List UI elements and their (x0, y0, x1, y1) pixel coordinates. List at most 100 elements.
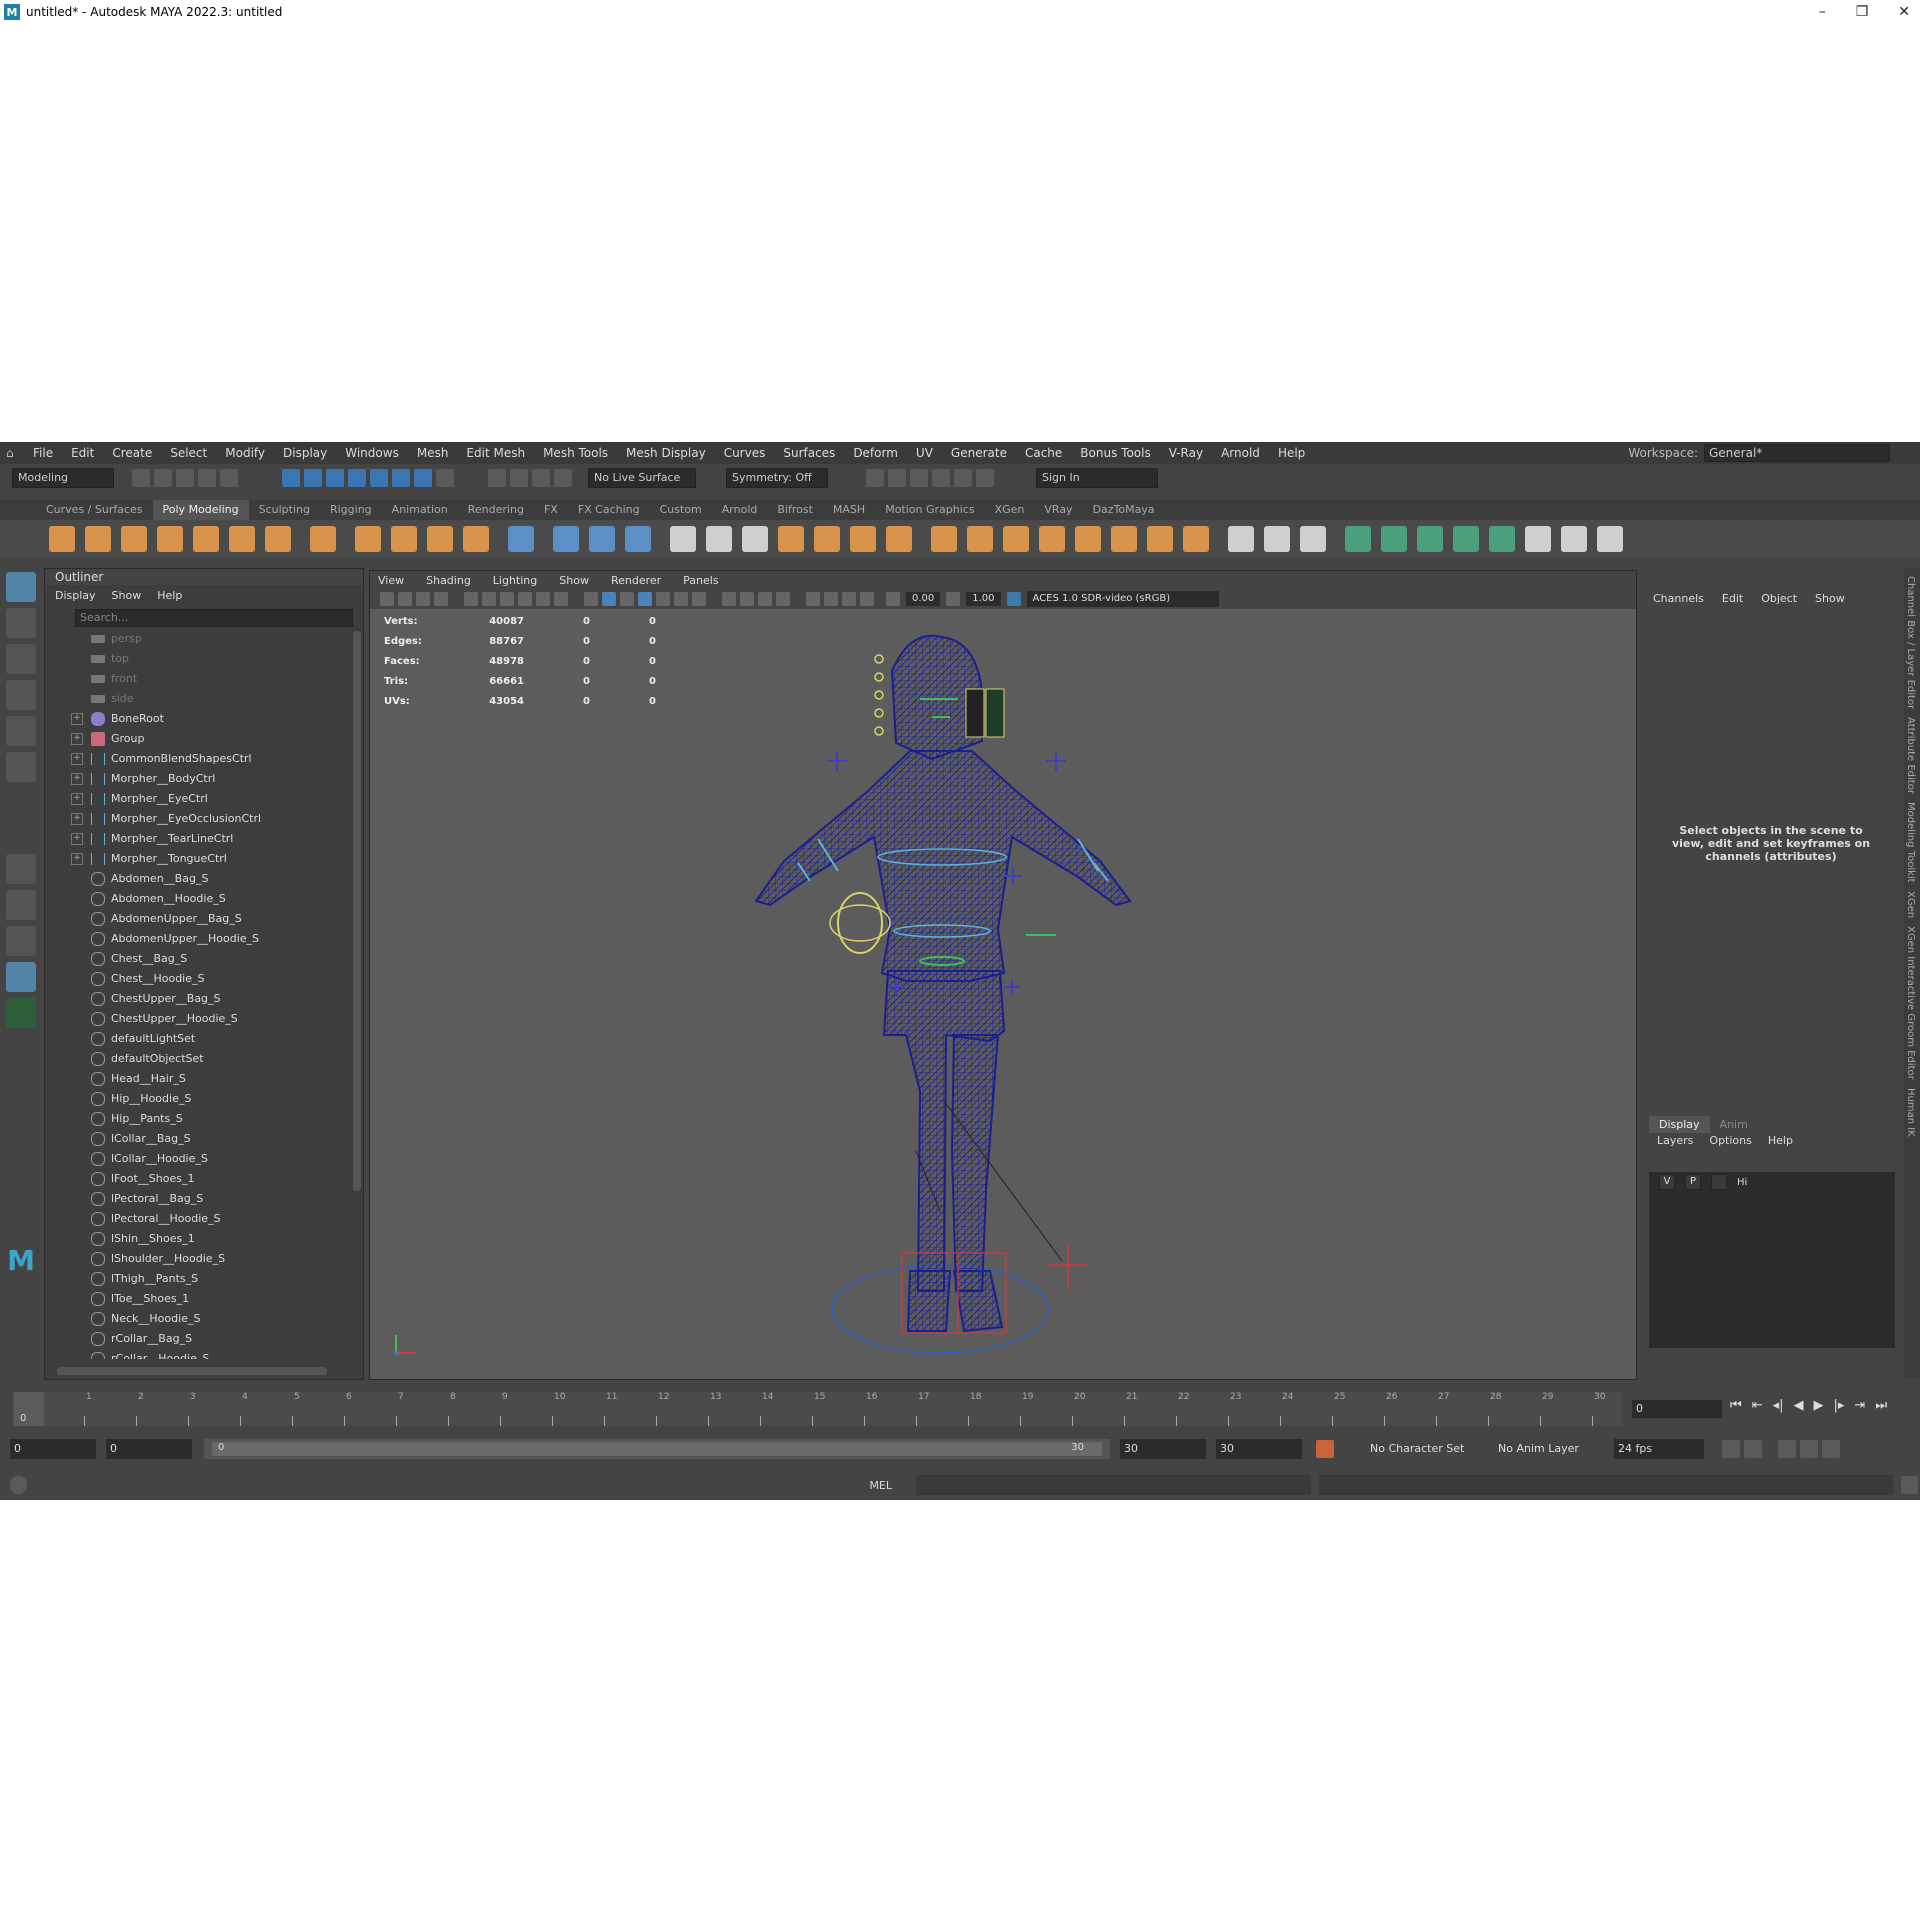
sweep-mesh-icon[interactable] (391, 526, 417, 552)
tweak-icon[interactable] (1597, 526, 1623, 552)
menu-cache[interactable]: Cache (1016, 446, 1071, 460)
outliner-item[interactable]: lCollar__Bag_S (45, 1129, 347, 1149)
expand-icon[interactable]: + (71, 813, 83, 825)
outliner-item[interactable]: + Morpher__TongueCtrl (45, 849, 347, 869)
outliner-item[interactable]: lCollar__Hoodie_S (45, 1149, 347, 1169)
side-tab-xgen-interactive-groom-editor[interactable]: XGen Interactive Groom Editor (1905, 926, 1916, 1080)
dof-icon[interactable] (776, 592, 790, 606)
field-chart-icon[interactable] (536, 592, 550, 606)
animation-prefs-icon[interactable] (1822, 1440, 1840, 1458)
motion-blur-icon[interactable] (740, 592, 754, 606)
outliner-item[interactable]: + Morpher__BodyCtrl (45, 769, 347, 789)
snap-curve-icon[interactable] (370, 469, 388, 487)
poly-cylinder-icon[interactable] (121, 526, 147, 552)
go-to-end-icon[interactable]: ⏭ (1875, 1398, 1887, 1413)
search-icon[interactable] (6, 998, 36, 1028)
outliner-item[interactable]: rCollar__Bag_S (45, 1329, 347, 1349)
outliner-item[interactable]: lShoulder__Hoodie_S (45, 1249, 347, 1269)
shelf-tab-custom[interactable]: Custom (650, 500, 712, 520)
playback-end-field[interactable]: 30 (1120, 1439, 1206, 1459)
textured-icon[interactable] (656, 592, 670, 606)
shelf-tab-fx[interactable]: FX (534, 500, 568, 520)
viewport-menu-lighting[interactable]: Lighting (493, 574, 537, 587)
reduce-icon[interactable] (886, 526, 912, 552)
shelf-tab-xgen[interactable]: XGen (985, 500, 1035, 520)
side-tab-channel-box-layer-editor[interactable]: Channel Box / Layer Editor (1905, 576, 1916, 709)
outliner-item[interactable]: Chest__Bag_S (45, 949, 347, 969)
viewport-menu-renderer[interactable]: Renderer (611, 574, 661, 587)
quad-draw-icon[interactable] (1300, 526, 1326, 552)
side-tab-human-ik[interactable]: Human IK (1905, 1088, 1916, 1137)
command-input[interactable] (916, 1475, 1312, 1495)
combine-icon[interactable] (670, 526, 696, 552)
multi-cut-icon[interactable] (1228, 526, 1254, 552)
outliner-item[interactable]: + Group (45, 729, 347, 749)
isolate-select-icon[interactable] (806, 592, 820, 606)
outliner-item[interactable]: Head__Hair_S (45, 1069, 347, 1089)
gate-mask-icon[interactable] (518, 592, 532, 606)
expand-icon[interactable]: + (71, 753, 83, 765)
expand-icon[interactable]: + (71, 733, 83, 745)
menu-display[interactable]: Display (274, 446, 336, 460)
outliner-item[interactable]: + Morpher__TearLineCtrl (45, 829, 347, 849)
expand-icon[interactable]: + (71, 853, 83, 865)
play-forwards-icon[interactable]: ▶ (1814, 1398, 1824, 1413)
outliner-layout-icon[interactable] (6, 962, 36, 992)
svg-icon[interactable] (463, 526, 489, 552)
shelf-tab-bifrost[interactable]: Bifrost (767, 500, 823, 520)
shelf-tab-rendering[interactable]: Rendering (458, 500, 534, 520)
bridge-icon[interactable] (1075, 526, 1101, 552)
outliner-item[interactable]: Abdomen__Hoodie_S (45, 889, 347, 909)
menu-uv[interactable]: UV (907, 446, 942, 460)
workspace-dropdown[interactable]: General* (1704, 444, 1890, 462)
ambient-occlusion-icon[interactable] (722, 592, 736, 606)
outliner-scrollbar[interactable] (353, 631, 361, 1191)
current-frame-field[interactable]: 0 (1632, 1400, 1722, 1418)
two-view-icon[interactable] (6, 926, 36, 956)
outliner-item[interactable]: defaultLightSet (45, 1029, 347, 1049)
new-scene-icon[interactable] (132, 469, 150, 487)
scale-tool-icon[interactable] (6, 752, 36, 782)
film-gate-icon[interactable] (482, 592, 496, 606)
outliner-item[interactable]: + CommonBlendShapesCtrl (45, 749, 347, 769)
uv-editor-icon[interactable] (553, 526, 579, 552)
shelf-tab-sculpting[interactable]: Sculpting (249, 500, 320, 520)
shelf-tab-curves-surfaces[interactable]: Curves / Surfaces (36, 500, 153, 520)
help-icon[interactable] (10, 1476, 28, 1494)
outliner-item[interactable]: top (45, 649, 347, 669)
hypershade-icon[interactable] (932, 469, 950, 487)
paint-select-icon[interactable] (6, 644, 36, 674)
ipr-render-icon[interactable] (888, 469, 906, 487)
outliner-item[interactable]: side (45, 689, 347, 709)
viewport-menu-panels[interactable]: Panels (683, 574, 718, 587)
expand-icon[interactable]: + (71, 713, 83, 725)
boolean-icon[interactable] (850, 526, 876, 552)
menu-select[interactable]: Select (161, 446, 216, 460)
outliner-item[interactable]: ChestUpper__Bag_S (45, 989, 347, 1009)
outliner-item[interactable]: Neck__Hoodie_S (45, 1309, 347, 1329)
outliner-item[interactable]: AbdomenUpper__Hoodie_S (45, 929, 347, 949)
current-frame-marker[interactable]: 0 (14, 1392, 44, 1426)
wireframe-icon[interactable] (584, 592, 598, 606)
uv-snapshot-icon[interactable] (589, 526, 615, 552)
anim-layer-dropdown[interactable]: No Anim Layer (1494, 1439, 1602, 1459)
super-shape-icon[interactable] (355, 526, 381, 552)
poly-edit-2-icon[interactable] (1381, 526, 1407, 552)
safe-action-icon[interactable] (554, 592, 568, 606)
xray-icon[interactable] (824, 592, 838, 606)
outliner-item[interactable]: Abdomen__Bag_S (45, 869, 347, 889)
shelf-tab-animation[interactable]: Animation (382, 500, 458, 520)
time-slider-track[interactable]: 0123456789101112131415161718192021222324… (12, 1392, 1622, 1426)
poly-sphere-icon[interactable] (49, 526, 75, 552)
shelf-tab-daztomaya[interactable]: DazToMaya (1083, 500, 1165, 520)
lights-icon[interactable] (674, 592, 688, 606)
outliner-horizontal-scrollbar[interactable] (57, 1367, 327, 1375)
play-backwards-icon[interactable]: ◀ (1794, 1398, 1804, 1413)
symmetry-dropdown[interactable]: Symmetry: Off (726, 468, 828, 488)
range-slider[interactable]: 0 30 (204, 1439, 1110, 1459)
mirror-icon[interactable] (814, 526, 840, 552)
step-back-key-icon[interactable]: ⇤ (1752, 1398, 1763, 1413)
menu-surfaces[interactable]: Surfaces (774, 446, 844, 460)
resolution-gate-icon[interactable] (500, 592, 514, 606)
script-editor-icon[interactable] (1900, 1476, 1919, 1494)
